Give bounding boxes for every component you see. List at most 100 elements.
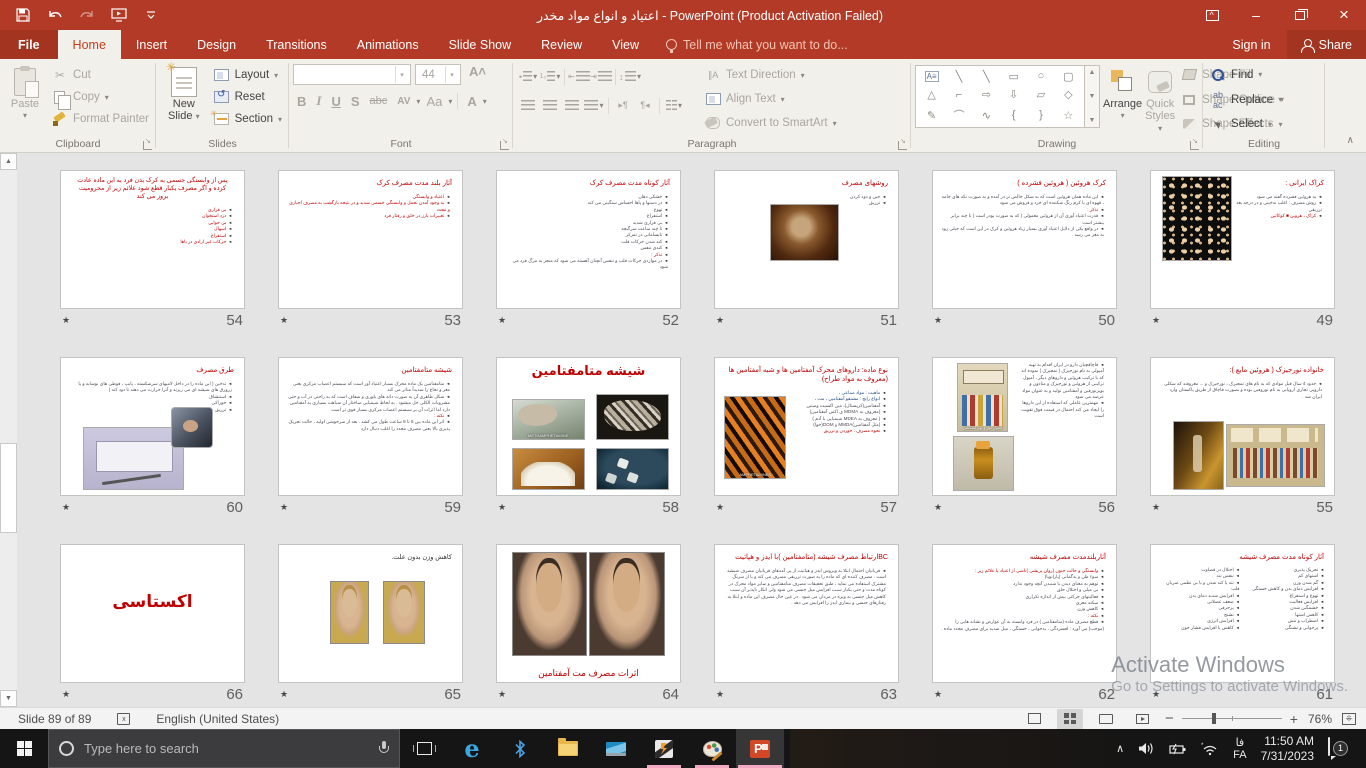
winamp-taskbar-button[interactable] bbox=[640, 729, 688, 768]
bluetooth-taskbar-button[interactable] bbox=[496, 729, 544, 768]
tab-review[interactable]: Review bbox=[526, 30, 597, 59]
transition-star-icon[interactable]: ★ bbox=[280, 502, 288, 513]
numbering-icon[interactable]: 1₃▾ bbox=[539, 66, 561, 87]
zoom-out-icon[interactable]: − bbox=[1165, 710, 1174, 727]
zoom-level[interactable]: 76% bbox=[1308, 712, 1332, 726]
paste-button[interactable]: Paste▾ bbox=[4, 62, 46, 135]
transition-star-icon[interactable]: ★ bbox=[1152, 689, 1160, 700]
slide-canvas[interactable]: کرک هروئین ( هروئین فشرده )◄این ماده هما… bbox=[932, 170, 1117, 309]
slide-thumbnail[interactable]: طرق مصرف◄تدخین ( این ماده را در داخل لام… bbox=[60, 357, 245, 518]
layout-button[interactable]: Layout ▾ bbox=[211, 64, 285, 86]
edge-taskbar-button[interactable]: e bbox=[448, 729, 496, 768]
language-status[interactable]: English (United States) bbox=[156, 712, 279, 726]
slide-sorter-view-button[interactable] bbox=[1057, 709, 1083, 729]
reset-button[interactable]: Reset bbox=[211, 86, 285, 108]
transition-star-icon[interactable]: ★ bbox=[1152, 315, 1160, 326]
transition-star-icon[interactable]: ★ bbox=[62, 502, 70, 513]
battery-icon[interactable] bbox=[1169, 743, 1187, 755]
slide-canvas[interactable]: اثرات مصرف مت آمفتامین bbox=[496, 544, 681, 683]
slide-thumbnail[interactable]: پس از وابستگی جسمی به کرک بدن فرد به این… bbox=[60, 170, 245, 331]
cut-button[interactable]: ✂Cut bbox=[49, 64, 152, 86]
replace-button[interactable]: abacReplace ▾ bbox=[1207, 89, 1285, 111]
rtl-direction-icon[interactable]: ¶◂ bbox=[634, 95, 656, 116]
slide-canvas[interactable]: آثار بلند مدت مصرف کرک◄اعتیاد و وابستگی◄… bbox=[278, 170, 463, 309]
tray-overflow-icon[interactable]: ∧ bbox=[1116, 742, 1124, 755]
scroll-up-icon[interactable]: ▲ bbox=[0, 153, 17, 170]
tab-insert[interactable]: Insert bbox=[121, 30, 182, 59]
slide-thumbnail[interactable]: روشهای مصرف◄حین و دود کردن◄تزریق★51 bbox=[714, 170, 899, 331]
slide-thumbnail[interactable]: آثاربلندمدت مصرف شیشه◄وابستگی و حالت جنو… bbox=[932, 544, 1117, 705]
bold-icon[interactable]: B bbox=[293, 94, 310, 109]
increase-indent-icon[interactable]: ⇥ bbox=[590, 66, 612, 87]
font-dialog-launcher[interactable] bbox=[500, 141, 509, 150]
grow-font-icon[interactable]: A˄ bbox=[465, 64, 490, 85]
slide-canvas[interactable]: آثاربلندمدت مصرف شیشه◄وابستگی و حالت جنو… bbox=[932, 544, 1117, 683]
character-spacing-icon[interactable]: AV bbox=[393, 96, 414, 107]
task-view-button[interactable] bbox=[400, 729, 448, 768]
powerpoint-taskbar-button[interactable]: P bbox=[736, 729, 784, 768]
slide-thumbnail[interactable]: آثار بلند مدت مصرف کرک◄اعتیاد و وابستگی◄… bbox=[278, 170, 463, 331]
slide-canvas[interactable]: شیشه متامفتامین◄متامفتامین یک ماده محرک … bbox=[278, 357, 463, 496]
arrange-button[interactable]: Arrange▾ bbox=[1103, 62, 1142, 135]
bullets-icon[interactable]: •▾ bbox=[517, 66, 539, 87]
share-button[interactable]: Share bbox=[1287, 30, 1366, 59]
tell-me-box[interactable]: Tell me what you want to do... bbox=[654, 30, 860, 59]
slide-show-button[interactable] bbox=[1129, 709, 1155, 729]
normal-view-button[interactable] bbox=[1021, 709, 1047, 729]
transition-star-icon[interactable]: ★ bbox=[498, 502, 506, 513]
volume-icon[interactable] bbox=[1138, 742, 1155, 755]
drawing-dialog-launcher[interactable] bbox=[1190, 141, 1199, 150]
transition-star-icon[interactable]: ★ bbox=[280, 689, 288, 700]
scrollbar-thumb[interactable] bbox=[0, 443, 17, 533]
slide-thumbnail[interactable]: کراک ایرانی :◄به هروئین فشرده گفته می شو… bbox=[1150, 170, 1335, 331]
shapes-gallery-scroll[interactable]: ▲▼▼ bbox=[1085, 65, 1100, 128]
zoom-slider-thumb[interactable] bbox=[1212, 713, 1216, 724]
transition-star-icon[interactable]: ★ bbox=[1152, 502, 1160, 513]
slide-canvas[interactable]: خانواده نورجیزک ( هروئین مایع ):◄حدود 4 … bbox=[1150, 357, 1335, 496]
transition-star-icon[interactable]: ★ bbox=[934, 502, 942, 513]
font-size-combo[interactable]: 44▾ bbox=[415, 64, 461, 85]
transition-star-icon[interactable]: ★ bbox=[934, 315, 942, 326]
transition-star-icon[interactable]: ★ bbox=[62, 315, 70, 326]
slide-thumbnail[interactable]: خانواده نورجیزک ( هروئین مایع ):◄حدود 4 … bbox=[1150, 357, 1335, 518]
tab-animations[interactable]: Animations bbox=[342, 30, 434, 59]
decrease-indent-icon[interactable]: ⇤ bbox=[568, 66, 590, 87]
slide-canvas[interactable]: نوع ماده: داروهای محرک آمفتامین ها و شبه… bbox=[714, 357, 899, 496]
language-indicator[interactable]: فاFA bbox=[1233, 737, 1246, 761]
slide-canvas[interactable]: BCارتباط مصرف شیشه (متامفتامین )با ایدز … bbox=[714, 544, 899, 683]
slide-thumbnail[interactable]: آثار کوتاه مدت مصرف کرک◄خشکی دهان◄در دست… bbox=[496, 170, 681, 331]
change-case-icon[interactable]: Aa bbox=[422, 94, 446, 109]
slide-thumbnail[interactable]: شیشه متامفتامینMETHAMPHETAMINE★58 bbox=[496, 357, 681, 518]
slide-canvas[interactable]: آثار کوتاه مدت مصرف کرک◄خشکی دهان◄در دست… bbox=[496, 170, 681, 309]
transition-star-icon[interactable]: ★ bbox=[934, 689, 942, 700]
align-text-button[interactable]: Align Text ▾ bbox=[702, 88, 840, 110]
action-center-button[interactable]: 1 bbox=[1328, 738, 1354, 760]
zoom-slider[interactable] bbox=[1182, 718, 1282, 719]
slide-canvas[interactable]: آثار کوتاه مدت مصرف شیشه◄تحریک پذیری◄اشت… bbox=[1150, 544, 1335, 683]
slide-thumbnail[interactable]: آثار کوتاه مدت مصرف شیشه◄تحریک پذیری◄اشت… bbox=[1150, 544, 1335, 705]
tab-home[interactable]: Home bbox=[58, 30, 121, 59]
strikethrough-icon[interactable]: abc bbox=[366, 95, 392, 107]
select-button[interactable]: Select ▾ bbox=[1207, 113, 1285, 135]
slide-canvas[interactable]: کاهش وزن بدون علت. bbox=[278, 544, 463, 683]
slide-canvas[interactable]: اکستاسی bbox=[60, 544, 245, 683]
tab-transitions[interactable]: Transitions bbox=[251, 30, 342, 59]
quick-styles-button[interactable]: QuickStyles ▾ bbox=[1145, 62, 1175, 135]
slide-canvas[interactable]: کراک ایرانی :◄به هروئین فشرده گفته می شو… bbox=[1150, 170, 1335, 309]
microphone-icon[interactable] bbox=[379, 741, 389, 756]
new-slide-button[interactable]: NewSlide ▾ bbox=[160, 62, 208, 135]
sign-in-link[interactable]: Sign in bbox=[1216, 30, 1286, 59]
scroll-down-icon[interactable]: ▼ bbox=[0, 690, 17, 707]
start-button[interactable] bbox=[0, 729, 48, 768]
slide-counter[interactable]: Slide 89 of 89 bbox=[18, 712, 91, 726]
find-button[interactable]: Find bbox=[1207, 64, 1285, 86]
slide-thumbnail[interactable]: کاهش وزن بدون علت.★65 bbox=[278, 544, 463, 705]
tab-design[interactable]: Design bbox=[182, 30, 251, 59]
slide-canvas[interactable]: شیشه متامفتامینMETHAMPHETAMINE bbox=[496, 357, 681, 496]
underline-icon[interactable]: U bbox=[327, 94, 344, 109]
italic-icon[interactable]: I bbox=[312, 93, 325, 109]
zoom-in-icon[interactable]: + bbox=[1290, 711, 1298, 727]
collapse-ribbon-icon[interactable]: ∧ bbox=[1347, 135, 1354, 146]
font-color-icon[interactable]: A bbox=[463, 94, 480, 109]
slide-canvas[interactable]: پس از وابستگی جسمی به کرک بدن فرد به این… bbox=[60, 170, 245, 309]
